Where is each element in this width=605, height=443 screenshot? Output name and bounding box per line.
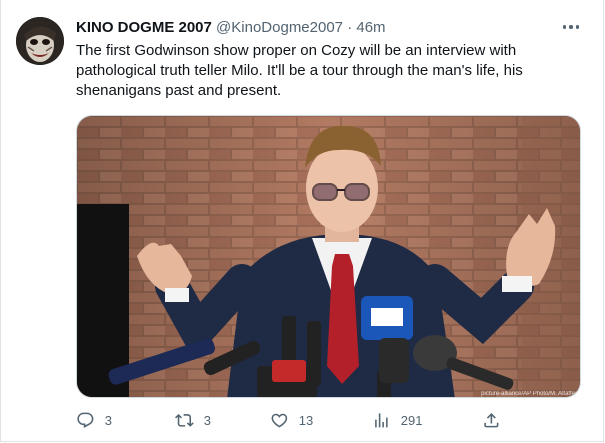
more-dots-icon[interactable] bbox=[558, 14, 584, 40]
separator-dot: · bbox=[347, 19, 353, 36]
retweet-button[interactable]: 3 bbox=[175, 405, 211, 435]
share-icon bbox=[484, 412, 499, 428]
share-button[interactable] bbox=[482, 405, 501, 435]
user-handle[interactable]: @KinoDogme2007 bbox=[216, 19, 343, 36]
tweet-text: The first Godwinson show proper on Cozy … bbox=[76, 42, 523, 99]
views-count: 291 bbox=[400, 412, 423, 428]
like-button[interactable]: 13 bbox=[270, 405, 313, 435]
retweet-count: 3 bbox=[203, 412, 211, 428]
display-name[interactable]: KINO DOGME 2007 bbox=[76, 19, 212, 36]
avatar[interactable] bbox=[16, 17, 64, 65]
like-count: 13 bbox=[298, 412, 314, 428]
tweet-photo[interactable]: picture-alliance/AP Photo/M. Altaffer bbox=[76, 115, 581, 398]
heart-icon bbox=[271, 413, 288, 428]
reply-icon bbox=[77, 412, 94, 428]
views-icon bbox=[375, 412, 388, 428]
reply-button[interactable]: 3 bbox=[76, 405, 112, 435]
photo-watermark: picture-alliance/AP Photo/M. Altaffer bbox=[481, 391, 577, 397]
reply-count: 3 bbox=[104, 412, 112, 428]
timestamp[interactable]: 46m bbox=[356, 19, 385, 36]
tweet-header: KINO DOGME 2007 @KinoDogme2007 · 46m bbox=[76, 18, 565, 40]
views-button[interactable]: 291 bbox=[372, 405, 422, 435]
tweet-actions: 3 3 13 291 bbox=[70, 405, 530, 435]
retweet-icon bbox=[175, 413, 194, 427]
